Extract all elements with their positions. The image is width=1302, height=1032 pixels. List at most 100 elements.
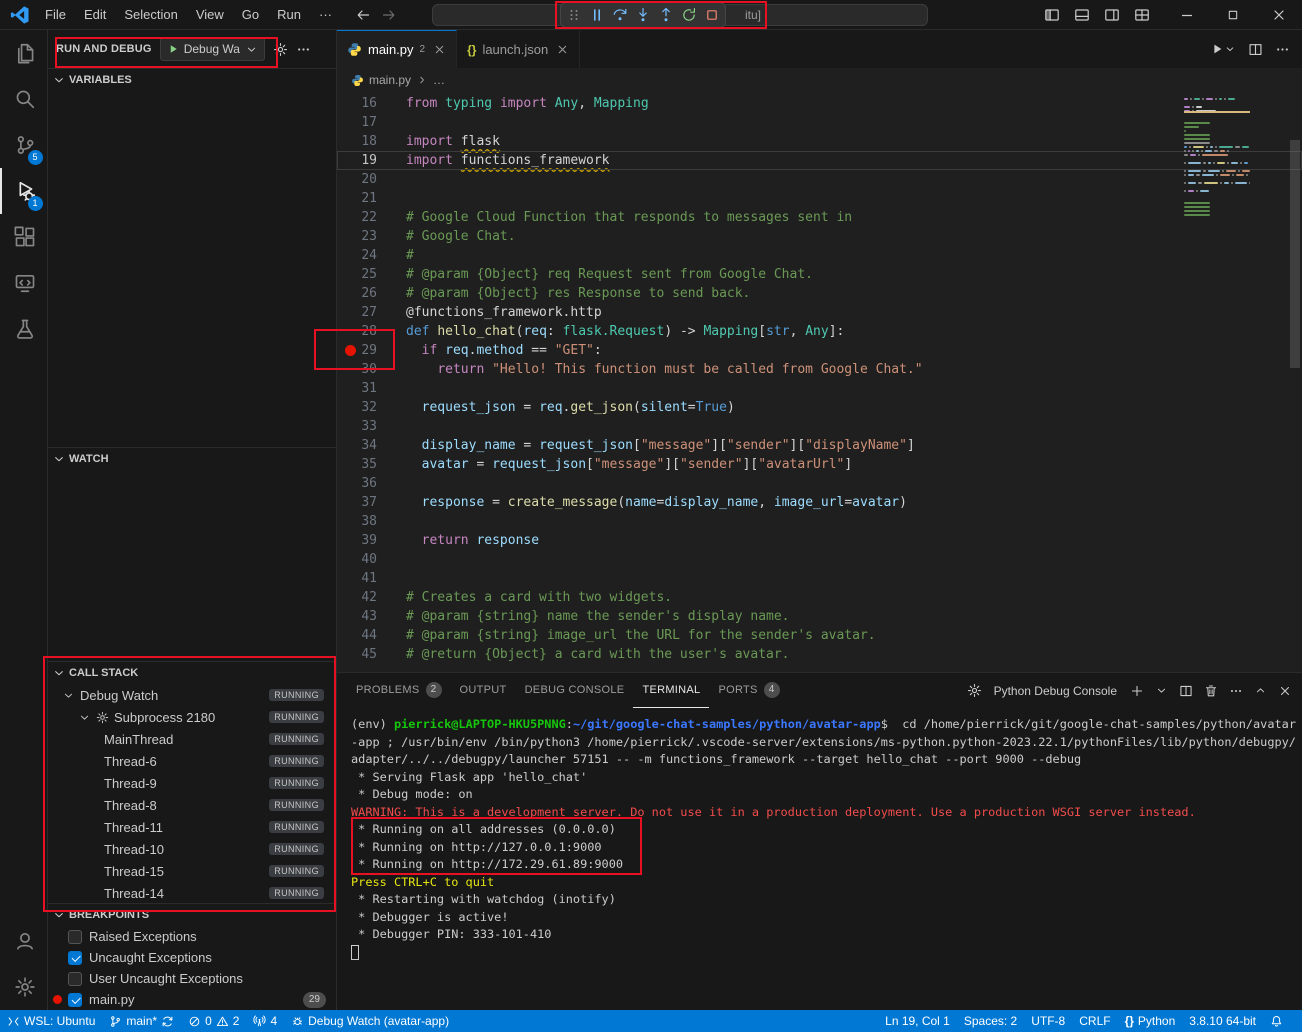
- code-line-27[interactable]: 27@functions_framework.http: [337, 303, 1302, 322]
- gutter[interactable]: 37: [337, 493, 399, 512]
- breakpoints-header[interactable]: BREAKPOINTS: [48, 904, 336, 926]
- debug-session-status[interactable]: Debug Watch (avatar-app): [284, 1010, 456, 1032]
- menu-[interactable]: ···: [310, 4, 341, 26]
- split-editor-icon[interactable]: [1248, 42, 1263, 57]
- activity-search[interactable]: [0, 76, 48, 122]
- gutter[interactable]: 36: [337, 474, 399, 493]
- gutter[interactable]: 34: [337, 436, 399, 455]
- encoding[interactable]: UTF-8: [1024, 1010, 1072, 1032]
- gutter[interactable]: 32: [337, 398, 399, 417]
- close-icon[interactable]: [433, 43, 446, 56]
- gutter[interactable]: 26: [337, 284, 399, 303]
- gutter[interactable]: 27: [337, 303, 399, 322]
- callstack-item-debug-watch[interactable]: Debug WatchRUNNING: [48, 684, 336, 706]
- activity-explorer[interactable]: [0, 30, 48, 76]
- code-line-42[interactable]: 42# Creates a card with two widgets.: [337, 588, 1302, 607]
- window-minimize-button[interactable]: [1164, 0, 1210, 30]
- code-line-37[interactable]: 37 response = create_message(name=displa…: [337, 493, 1302, 512]
- breakpoint-item-user-uncaught-exceptions[interactable]: User Uncaught Exceptions: [48, 968, 336, 989]
- code-line-26[interactable]: 26# @param {Object} res Response to send…: [337, 284, 1302, 303]
- gutter[interactable]: 40: [337, 550, 399, 569]
- callstack-item-thread-14[interactable]: Thread-14RUNNING: [48, 882, 336, 903]
- step-into-icon[interactable]: [635, 7, 651, 23]
- minimap[interactable]: [1184, 98, 1250, 218]
- notifications-bell[interactable]: [1263, 1010, 1290, 1032]
- menu-go[interactable]: Go: [233, 4, 268, 26]
- code-line-21[interactable]: 21: [337, 189, 1302, 208]
- code-line-25[interactable]: 25# @param {Object} req Request sent fro…: [337, 265, 1302, 284]
- tab-launch-json[interactable]: {}launch.json: [457, 30, 580, 68]
- code-line-18[interactable]: 18import flask: [337, 132, 1302, 151]
- nav-forward-icon[interactable]: [381, 7, 397, 23]
- gutter[interactable]: 44: [337, 626, 399, 645]
- gutter[interactable]: 41: [337, 569, 399, 588]
- breadcrumb[interactable]: main.py …: [337, 68, 1302, 92]
- panel-tab-debug-console[interactable]: DEBUG CONSOLE: [516, 673, 634, 708]
- toggle-sidebar-icon[interactable]: [1044, 7, 1060, 23]
- code-line-29[interactable]: 29 if req.method == "GET":: [337, 341, 1302, 360]
- gutter[interactable]: 29: [337, 341, 399, 360]
- gutter[interactable]: 35: [337, 455, 399, 474]
- callstack-item-thread-10[interactable]: Thread-10RUNNING: [48, 838, 336, 860]
- gutter[interactable]: 23: [337, 227, 399, 246]
- terminal-dropdown-icon[interactable]: [1155, 684, 1168, 697]
- code-line-23[interactable]: 23# Google Chat.: [337, 227, 1302, 246]
- panel-tab-terminal[interactable]: TERMINAL: [633, 673, 709, 708]
- callstack-item-thread-11[interactable]: Thread-11RUNNING: [48, 816, 336, 838]
- call-stack-header[interactable]: CALL STACK: [48, 662, 336, 684]
- run-python-file-button[interactable]: [1210, 42, 1236, 56]
- editor-scrollbar[interactable]: [1290, 140, 1300, 368]
- breakpoint-item-main-py[interactable]: main.py29: [48, 989, 336, 1010]
- more-actions-icon[interactable]: [1275, 42, 1290, 57]
- code-line-43[interactable]: 43# @param {string} name the sender's di…: [337, 607, 1302, 626]
- breakpoint-dot[interactable]: [345, 345, 356, 356]
- code-line-39[interactable]: 39 return response: [337, 531, 1302, 550]
- menu-view[interactable]: View: [187, 4, 233, 26]
- variables-header[interactable]: VARIABLES: [48, 69, 336, 91]
- customize-layout-icon[interactable]: [1134, 7, 1150, 23]
- python-interpreter[interactable]: 3.8.10 64-bit: [1182, 1010, 1263, 1032]
- menu-file[interactable]: File: [36, 4, 75, 26]
- code-line-28[interactable]: 28def hello_chat(req: flask.Request) -> …: [337, 322, 1302, 341]
- activity-accounts[interactable]: [0, 918, 48, 964]
- gear-icon[interactable]: [273, 42, 288, 57]
- split-terminal-icon[interactable]: [1179, 684, 1193, 698]
- gutter[interactable]: 20: [337, 170, 399, 189]
- gutter[interactable]: 24: [337, 246, 399, 265]
- code-line-36[interactable]: 36: [337, 474, 1302, 493]
- terminal-name[interactable]: Python Debug Console: [994, 684, 1117, 698]
- gutter[interactable]: 45: [337, 645, 399, 664]
- breakpoint-item-uncaught-exceptions[interactable]: Uncaught Exceptions: [48, 947, 336, 968]
- problems-status[interactable]: 02: [181, 1010, 246, 1032]
- code-line-34[interactable]: 34 display_name = request_json["message"…: [337, 436, 1302, 455]
- pause-icon[interactable]: [589, 7, 605, 23]
- activity-extensions[interactable]: [0, 214, 48, 260]
- activity-settings[interactable]: [0, 964, 48, 1010]
- more-actions-icon[interactable]: [296, 42, 311, 57]
- code-line-22[interactable]: 22# Google Cloud Function that responds …: [337, 208, 1302, 227]
- drag-handle-icon[interactable]: [566, 7, 582, 23]
- checkbox[interactable]: [68, 993, 82, 1007]
- debug-config-dropdown[interactable]: Debug Wa: [160, 37, 265, 61]
- ports-status[interactable]: 4: [246, 1010, 284, 1032]
- panel-tab-output[interactable]: OUTPUT: [451, 673, 516, 708]
- callstack-item-subprocess-2180[interactable]: Subprocess 2180RUNNING: [48, 706, 336, 728]
- activity-testing[interactable]: [0, 306, 48, 352]
- breadcrumb-file[interactable]: main.py: [369, 73, 411, 87]
- step-out-icon[interactable]: [658, 7, 674, 23]
- code-editor[interactable]: 16from typing import Any, Mapping1718imp…: [337, 92, 1302, 672]
- start-debug-icon[interactable]: [167, 43, 179, 55]
- breadcrumb-symbol[interactable]: …: [433, 73, 445, 87]
- watch-header[interactable]: WATCH: [48, 448, 336, 470]
- code-line-32[interactable]: 32 request_json = req.get_json(silent=Tr…: [337, 398, 1302, 417]
- menu-selection[interactable]: Selection: [115, 4, 186, 26]
- terminal[interactable]: (env) pierrick@LAPTOP-HKU5PNNG:~/git/goo…: [337, 708, 1302, 1010]
- gutter[interactable]: 31: [337, 379, 399, 398]
- code-line-31[interactable]: 31: [337, 379, 1302, 398]
- gutter[interactable]: 43: [337, 607, 399, 626]
- code-line-44[interactable]: 44# @param {string} image_url the URL fo…: [337, 626, 1302, 645]
- gutter[interactable]: 16: [337, 94, 399, 113]
- checkbox[interactable]: [68, 930, 82, 944]
- close-icon[interactable]: [556, 43, 569, 56]
- panel-tab-ports[interactable]: PORTS4: [709, 673, 788, 708]
